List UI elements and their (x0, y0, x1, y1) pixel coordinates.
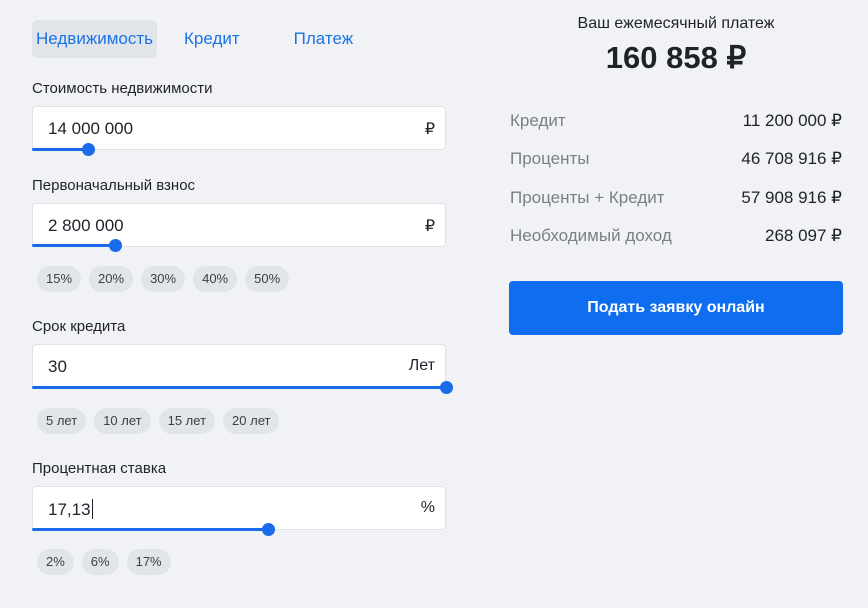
loan-term-preset-chip[interactable]: 5 лет (37, 408, 87, 434)
tab-property[interactable]: Недвижимость (32, 20, 157, 58)
tab-credit[interactable]: Кредит (157, 20, 267, 58)
text-cursor (91, 499, 93, 519)
down-payment-unit: ₽ (424, 218, 435, 235)
monthly-payment-title: Ваш ежемесячный платеж (577, 15, 775, 32)
summary-row-label: Проценты (510, 149, 590, 168)
property-cost-field[interactable]: 14 000 000 ₽ (32, 106, 446, 150)
interest-rate-preset-chip[interactable]: 17% (126, 549, 171, 575)
summary-row-value: 11 200 000 ₽ (742, 111, 842, 130)
interest-rate-label: Процентная ставка (32, 460, 167, 477)
interest-rate-preset-chip[interactable]: 2% (37, 549, 74, 575)
interest-rate-slider-fill (32, 528, 268, 531)
down-payment-slider[interactable] (32, 239, 446, 252)
down-payment-preset-chip[interactable]: 20% (89, 266, 134, 292)
loan-term-unit: Лет (408, 357, 435, 374)
summary-row-value: 268 097 ₽ (765, 226, 842, 245)
down-payment-presets: 15% 20% 30% 40% 50% (37, 266, 290, 292)
calculator-tabs: Недвижимость Кредит Платеж (32, 20, 380, 58)
down-payment-preset-chip[interactable]: 15% (37, 266, 82, 292)
tab-payment[interactable]: Платеж (267, 20, 380, 58)
summary-row-label: Кредит (510, 111, 566, 130)
monthly-payment-amount: 160 858 ₽ (605, 40, 747, 75)
interest-rate-slider[interactable] (32, 523, 446, 536)
interest-rate-preset-chip[interactable]: 6% (81, 549, 119, 575)
loan-term-preset-chip[interactable]: 20 лет (223, 408, 280, 434)
summary-row-value: 57 908 916 ₽ (741, 188, 842, 207)
down-payment-value[interactable]: 2 800 000 (48, 216, 124, 236)
loan-term-preset-chip[interactable]: 10 лет (94, 408, 151, 434)
down-payment-slider-thumb[interactable] (108, 239, 122, 252)
interest-rate-unit: % (420, 499, 435, 516)
interest-rate-value[interactable]: 17,13 (48, 499, 93, 520)
apply-online-button[interactable]: Подать заявку онлайн (509, 281, 843, 335)
property-cost-slider-fill (32, 148, 88, 151)
down-payment-slider-fill (32, 244, 115, 247)
property-cost-unit: ₽ (424, 121, 435, 138)
loan-term-label: Срок кредита (32, 318, 126, 335)
loan-term-slider-thumb[interactable] (440, 381, 453, 394)
down-payment-preset-chip[interactable]: 40% (193, 266, 238, 292)
down-payment-preset-chip[interactable]: 50% (245, 266, 290, 292)
summary-row-label: Необходимый доход (510, 226, 672, 245)
down-payment-field[interactable]: 2 800 000 ₽ (32, 203, 446, 247)
down-payment-preset-chip[interactable]: 30% (141, 266, 186, 292)
property-cost-value[interactable]: 14 000 000 (48, 119, 133, 139)
interest-rate-field[interactable]: 17,13 % (32, 486, 446, 530)
loan-term-field[interactable]: 30 Лет (32, 344, 446, 388)
interest-rate-presets: 2% 6% 17% (37, 549, 171, 575)
property-cost-label: Стоимость недвижимости (32, 80, 213, 97)
summary-row-label: Проценты + Кредит (510, 188, 665, 207)
loan-term-slider-fill (32, 386, 446, 389)
loan-term-slider[interactable] (32, 381, 453, 394)
loan-term-value[interactable]: 30 (48, 357, 67, 377)
loan-term-preset-chip[interactable]: 15 лет (158, 408, 216, 434)
down-payment-label: Первоначальный взнос (32, 177, 196, 194)
property-cost-slider-thumb[interactable] (81, 143, 95, 156)
property-cost-slider[interactable] (32, 143, 446, 156)
loan-term-presets: 5 лет 10 лет 15 лет 20 лет (37, 408, 280, 434)
interest-rate-slider-thumb[interactable] (261, 523, 275, 536)
summary-row-value: 46 708 916 ₽ (741, 149, 842, 168)
